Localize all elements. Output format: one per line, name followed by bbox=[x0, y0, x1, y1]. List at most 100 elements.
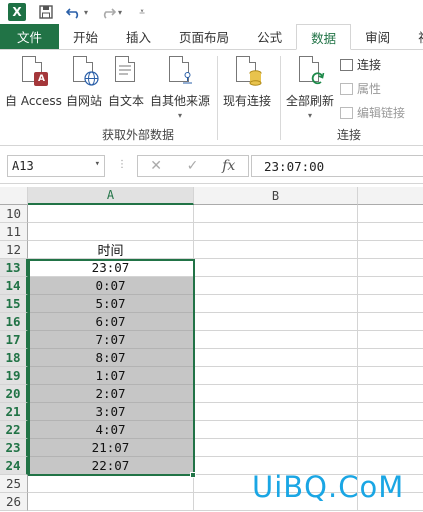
redo-dropdown-icon[interactable]: ▾ bbox=[118, 8, 122, 17]
undo-dropdown-icon[interactable]: ▾ bbox=[84, 8, 88, 17]
cell-b[interactable] bbox=[194, 439, 358, 457]
cell-a[interactable]: 5:07 bbox=[28, 295, 194, 313]
cell-a[interactable]: 0:07 bbox=[28, 277, 194, 295]
row-header[interactable]: 11 bbox=[0, 223, 28, 241]
row-header[interactable]: 25 bbox=[0, 475, 28, 493]
row-header[interactable]: 26 bbox=[0, 493, 28, 511]
cell-b[interactable] bbox=[194, 223, 358, 241]
cell-c[interactable] bbox=[358, 259, 423, 277]
row-header[interactable]: 19 bbox=[0, 367, 28, 385]
cell-a[interactable]: 1:07 bbox=[28, 367, 194, 385]
cell-c[interactable] bbox=[358, 241, 423, 259]
tab-data[interactable]: 数据 bbox=[296, 24, 352, 50]
cell-c[interactable] bbox=[358, 331, 423, 349]
worksheet-grid[interactable]: A B 10 11 12 时间 13 23:07 14 0:07 15 5:07 16 6:07 17 7… bbox=[0, 187, 423, 512]
cell-c[interactable] bbox=[358, 349, 423, 367]
tab-formulas[interactable]: 公式 bbox=[243, 24, 296, 49]
insert-function-icon[interactable]: fx bbox=[211, 158, 247, 174]
cell-c[interactable] bbox=[358, 403, 423, 421]
column-header-a[interactable]: A bbox=[28, 187, 194, 205]
cell-a[interactable] bbox=[28, 475, 194, 493]
cell-a[interactable]: 4:07 bbox=[28, 421, 194, 439]
cell-b[interactable] bbox=[194, 259, 358, 277]
cell-b[interactable] bbox=[194, 421, 358, 439]
row-header[interactable]: 17 bbox=[0, 331, 28, 349]
edit-links-button[interactable]: 编辑链接 bbox=[340, 104, 405, 121]
row-header[interactable]: 14 bbox=[0, 277, 28, 295]
enter-icon[interactable]: ✓ bbox=[174, 158, 210, 174]
cell-a[interactable]: 22:07 bbox=[28, 457, 194, 475]
from-text-button[interactable]: 自文本 bbox=[108, 54, 144, 109]
row-header[interactable]: 16 bbox=[0, 313, 28, 331]
tab-file[interactable]: 文件 bbox=[0, 24, 60, 49]
tab-view[interactable]: 视 bbox=[404, 24, 423, 49]
cell-a[interactable] bbox=[28, 205, 194, 223]
cell-b[interactable] bbox=[194, 295, 358, 313]
cell-c[interactable] bbox=[358, 295, 423, 313]
from-access-button[interactable]: A 自 Access bbox=[5, 54, 62, 109]
column-header-b[interactable]: B bbox=[194, 187, 358, 205]
from-web-button[interactable]: 自网站 bbox=[66, 54, 102, 109]
cell-a[interactable] bbox=[28, 493, 194, 511]
tab-home[interactable]: 开始 bbox=[59, 24, 112, 49]
connections-button[interactable]: 连接 bbox=[340, 56, 381, 73]
cell-c[interactable] bbox=[358, 223, 423, 241]
cell-a[interactable]: 6:07 bbox=[28, 313, 194, 331]
from-web-label: 自网站 bbox=[66, 94, 103, 108]
row-header[interactable]: 21 bbox=[0, 403, 28, 421]
cell-b[interactable] bbox=[194, 403, 358, 421]
cell-b[interactable] bbox=[194, 367, 358, 385]
row-header[interactable]: 13 bbox=[0, 259, 28, 277]
cell-a[interactable]: 7:07 bbox=[28, 331, 194, 349]
cell-b[interactable] bbox=[194, 331, 358, 349]
tab-insert[interactable]: 插入 bbox=[112, 24, 165, 49]
tab-review[interactable]: 审阅 bbox=[351, 24, 404, 49]
cell-c[interactable] bbox=[358, 439, 423, 457]
from-other-sources-button[interactable]: 自其他来源 ▾ bbox=[150, 54, 210, 120]
cell-c[interactable] bbox=[358, 385, 423, 403]
undo-icon[interactable] bbox=[66, 4, 82, 20]
row-header[interactable]: 15 bbox=[0, 295, 28, 313]
cell-a[interactable] bbox=[28, 223, 194, 241]
name-box[interactable]: A13 ▾ bbox=[7, 155, 105, 177]
cell-a[interactable]: 21:07 bbox=[28, 439, 194, 457]
formula-bar-handle-icon[interactable]: ⋮ bbox=[117, 159, 127, 170]
column-header-c[interactable] bbox=[358, 187, 423, 205]
edit-links-label: 编辑链接 bbox=[357, 106, 406, 120]
customize-icon[interactable]: ⩡ bbox=[134, 4, 150, 20]
cell-a[interactable]: 23:07 bbox=[28, 259, 194, 277]
cell-b[interactable] bbox=[194, 241, 358, 259]
cell-b[interactable] bbox=[194, 385, 358, 403]
cell-c[interactable] bbox=[358, 313, 423, 331]
row-header[interactable]: 24 bbox=[0, 457, 28, 475]
cell-b[interactable] bbox=[194, 205, 358, 223]
cell-a[interactable]: 时间 bbox=[28, 241, 194, 259]
formula-input[interactable]: 23:07:00 bbox=[251, 155, 423, 177]
select-all-corner[interactable] bbox=[0, 187, 28, 205]
row-header[interactable]: 10 bbox=[0, 205, 28, 223]
redo-icon[interactable] bbox=[100, 4, 117, 20]
existing-connections-button[interactable]: 现有连接 bbox=[223, 54, 271, 109]
row-header[interactable]: 20 bbox=[0, 385, 28, 403]
cell-b[interactable] bbox=[194, 349, 358, 367]
cell-b[interactable] bbox=[194, 277, 358, 295]
chevron-down-icon[interactable]: ▾ bbox=[95, 159, 100, 169]
cell-a[interactable]: 3:07 bbox=[28, 403, 194, 421]
refresh-all-button[interactable]: 全部刷新 ▾ bbox=[286, 54, 334, 120]
cell-b[interactable] bbox=[194, 313, 358, 331]
cell-c[interactable] bbox=[358, 205, 423, 223]
cell-c[interactable] bbox=[358, 367, 423, 385]
row-header[interactable]: 18 bbox=[0, 349, 28, 367]
row-header[interactable]: 23 bbox=[0, 439, 28, 457]
tab-page-layout[interactable]: 页面布局 bbox=[165, 24, 243, 49]
save-icon[interactable] bbox=[38, 4, 54, 20]
fill-handle[interactable] bbox=[190, 472, 196, 478]
cell-a[interactable]: 2:07 bbox=[28, 385, 194, 403]
cell-c[interactable] bbox=[358, 421, 423, 439]
cell-a[interactable]: 8:07 bbox=[28, 349, 194, 367]
cancel-icon[interactable]: ✕ bbox=[138, 158, 174, 174]
row-header[interactable]: 12 bbox=[0, 241, 28, 259]
properties-button[interactable]: 属性 bbox=[340, 80, 381, 97]
cell-c[interactable] bbox=[358, 277, 423, 295]
row-header[interactable]: 22 bbox=[0, 421, 28, 439]
